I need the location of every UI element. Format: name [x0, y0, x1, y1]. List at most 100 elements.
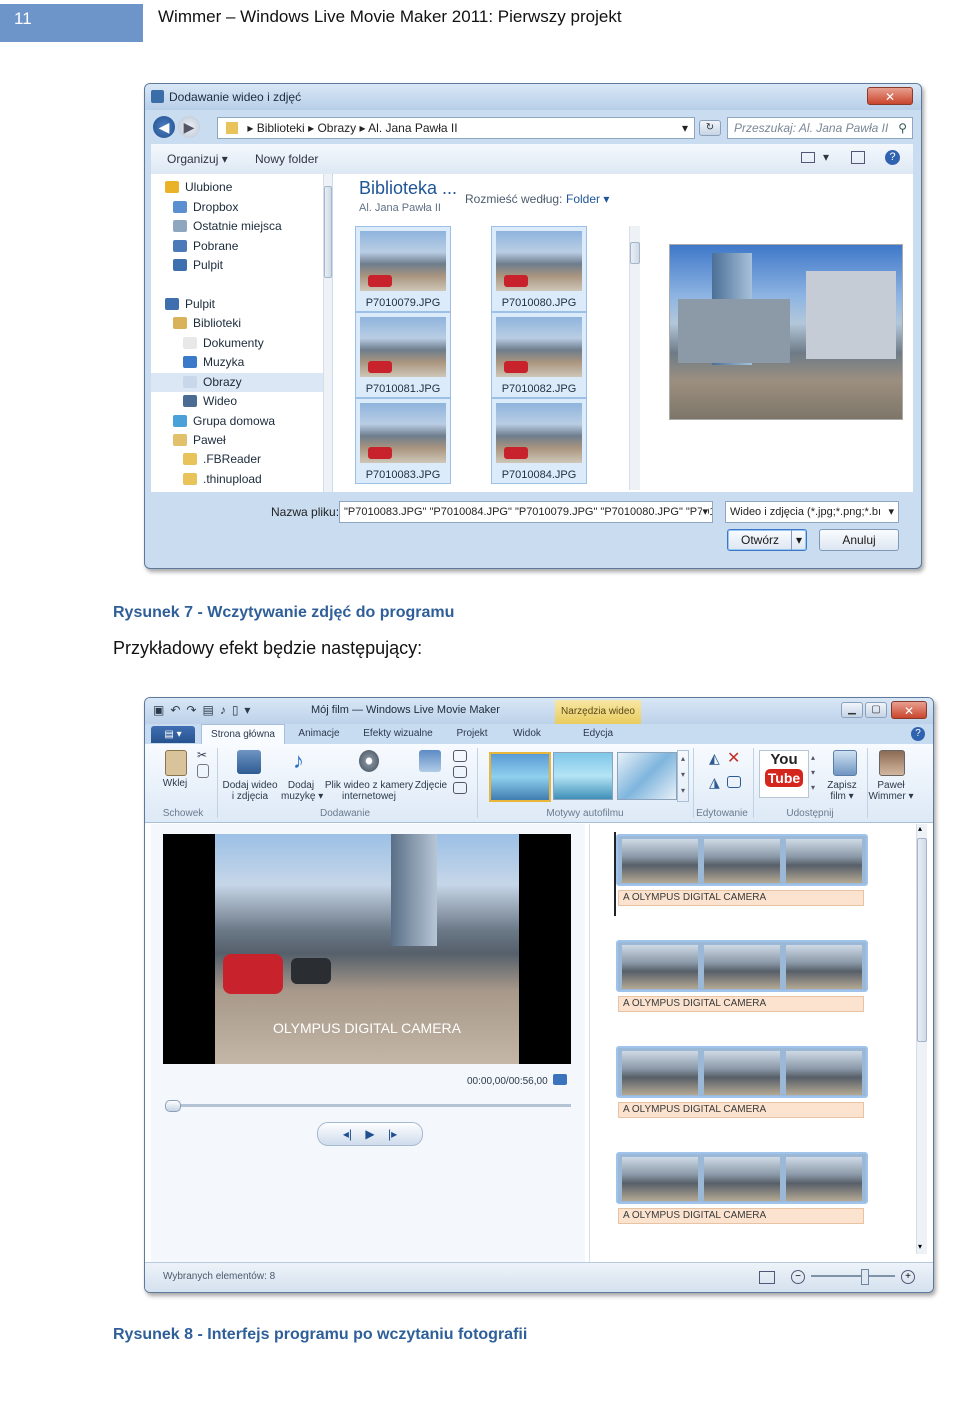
breadcrumb-item[interactable]: Obrazy	[317, 121, 356, 135]
nav-item[interactable]: Biblioteki	[173, 314, 241, 333]
maximize-button[interactable]: ▢	[865, 702, 887, 718]
nav-item[interactable]: Dokumenty	[183, 334, 264, 353]
user-label[interactable]: Paweł Wimmer ▾	[867, 780, 915, 802]
nav-item[interactable]: Ulubione	[165, 178, 232, 197]
close-button[interactable]: ✕	[867, 87, 913, 105]
title-icon[interactable]	[453, 766, 467, 778]
webcam-icon[interactable]	[359, 750, 379, 772]
add-music-label[interactable]: Dodaj muzykę ▾	[281, 780, 323, 802]
tab-home[interactable]: Strona główna	[201, 724, 285, 744]
seek-thumb[interactable]	[165, 1100, 181, 1112]
tab-animations[interactable]: Animacje	[289, 724, 349, 744]
chevron-down-icon[interactable]: ▾	[791, 530, 806, 550]
view-options-icon[interactable]	[801, 152, 815, 163]
theme-gallery-scroll[interactable]: ▴ ▾ ▾	[677, 750, 689, 802]
chevron-down-icon[interactable]: ▾	[702, 502, 708, 522]
tab-view[interactable]: Widok	[503, 724, 551, 744]
storyboard-scroll-thumb[interactable]	[917, 838, 927, 1042]
filetype-select[interactable]: Wideo i zdjęcia (*.jpg;*.png;*.bı ▾	[725, 501, 899, 523]
music-icon[interactable]: ♪	[220, 703, 232, 717]
chevron-down-icon[interactable]: ▾	[823, 150, 829, 164]
new-folder-button[interactable]: Nowy folder	[255, 152, 318, 166]
breadcrumb-item[interactable]: Al. Jana Pawła II	[368, 121, 457, 135]
nav-scrollbar[interactable]	[323, 174, 332, 492]
nav-scroll-thumb[interactable]	[324, 186, 332, 278]
tab-edit[interactable]: Edycja	[565, 724, 631, 744]
storyboard-clip[interactable]: A OLYMPUS DIGITAL CAMERA	[616, 1046, 868, 1124]
copy-icon[interactable]	[197, 764, 209, 778]
file-thumbnail[interactable]: P7010083.JPG	[355, 398, 451, 484]
organize-menu[interactable]: Organizuj ▾	[167, 152, 228, 166]
tab-visual-effects[interactable]: Efekty wizualne	[355, 724, 441, 744]
storyboard-clip[interactable]: A OLYMPUS DIGITAL CAMERA	[616, 1152, 868, 1230]
zoom-in-icon[interactable]: +	[901, 1270, 915, 1284]
chevron-down-icon[interactable]: ▾	[918, 1242, 922, 1251]
seek-bar[interactable]	[167, 1104, 571, 1107]
nav-item[interactable]: Wideo	[183, 392, 237, 411]
autofilm-theme[interactable]	[489, 752, 551, 802]
save-icon[interactable]: ▣	[153, 703, 170, 717]
clip-caption[interactable]: A OLYMPUS DIGITAL CAMERA	[618, 1208, 864, 1224]
caption-icon[interactable]	[453, 750, 467, 762]
nav-item[interactable]: Obrazy	[151, 373, 323, 392]
share-gallery-scroll[interactable]: ▴ ▾ ▾	[809, 750, 817, 796]
file-thumbnail[interactable]: P7010081.JPG	[355, 312, 451, 398]
address-bar[interactable]: ▸ Biblioteki ▸ Obrazy ▸ Al. Jana Pawła I…	[217, 117, 695, 139]
breadcrumb-item[interactable]: Biblioteki	[257, 121, 305, 135]
add-video-icon[interactable]: ▤	[202, 703, 219, 717]
tab-project[interactable]: Projekt	[445, 724, 499, 744]
zoom-slider-thumb[interactable]	[861, 1269, 869, 1285]
close-button[interactable]: ✕	[891, 701, 927, 719]
clip-caption[interactable]: A OLYMPUS DIGITAL CAMERA	[618, 996, 864, 1012]
cancel-button[interactable]: Anuluj	[819, 529, 899, 551]
nav-item[interactable]: Pobrane	[173, 237, 238, 256]
app-menu-button[interactable]: ▤ ▾	[151, 726, 195, 743]
snapshot-icon[interactable]	[419, 750, 441, 772]
redo-icon[interactable]: ↷	[186, 703, 202, 717]
undo-icon[interactable]: ↶	[170, 703, 186, 717]
clip-caption[interactable]: A OLYMPUS DIGITAL CAMERA	[618, 890, 864, 906]
forward-button[interactable]: ▶	[178, 116, 200, 138]
search-icon[interactable]: ⚲	[898, 118, 907, 138]
nav-item[interactable]: Paweł	[173, 431, 226, 450]
nav-item[interactable]: Pulpit	[173, 256, 223, 275]
autofilm-theme[interactable]	[553, 752, 613, 800]
fullscreen-icon[interactable]	[553, 1074, 567, 1085]
arrange-dropdown[interactable]: Folder ▾	[566, 192, 609, 206]
nav-item[interactable]: .thinupload	[183, 470, 262, 489]
next-frame-icon[interactable]: |▸	[388, 1127, 397, 1141]
help-icon[interactable]: ?	[885, 150, 900, 165]
preview-pane-icon[interactable]	[851, 151, 865, 164]
nav-item[interactable]: Pulpit	[165, 295, 215, 314]
save-film-label[interactable]: Zapisz film ▾	[819, 780, 865, 802]
file-thumbnail[interactable]: P7010082.JPG	[491, 312, 587, 398]
thumbnail-size-icon[interactable]	[759, 1271, 775, 1284]
webcam-label[interactable]: Plik wideo z kamery internetowej	[323, 780, 415, 802]
files-scrollbar[interactable]	[629, 226, 640, 490]
autofilm-theme[interactable]	[617, 752, 677, 800]
credits-icon[interactable]	[453, 782, 467, 794]
nav-item[interactable]: Ostatnie miejsca	[173, 217, 282, 236]
snapshot-label[interactable]: Zdjęcie	[411, 780, 451, 791]
refresh-button[interactable]: ↻	[699, 120, 721, 136]
zoom-out-icon[interactable]: −	[791, 1270, 805, 1284]
chevron-down-icon[interactable]: ▾	[888, 502, 894, 522]
add-video-label[interactable]: Dodaj wideo i zdjęcia	[219, 780, 281, 802]
chevron-down-icon[interactable]: ▾	[244, 703, 256, 717]
nav-item[interactable]: Grupa domowa	[173, 412, 275, 431]
music-icon[interactable]: ♪	[293, 748, 304, 774]
document-icon[interactable]: ▯	[232, 703, 245, 717]
help-icon[interactable]: ?	[911, 727, 925, 741]
storyboard-scrollbar[interactable]: ▴ ▾	[916, 824, 927, 1254]
chevron-down-icon[interactable]: ▾	[682, 118, 688, 138]
nav-item[interactable]: Dropbox	[173, 198, 238, 217]
rotate-right-icon[interactable]: ◮	[709, 774, 720, 791]
paste-icon[interactable]	[165, 750, 187, 776]
youtube-icon[interactable]: You Tube	[759, 750, 809, 798]
save-film-icon[interactable]	[833, 750, 857, 776]
user-avatar[interactable]	[879, 750, 905, 776]
rotate-left-icon[interactable]: ◭	[709, 750, 720, 767]
storyboard-clip[interactable]: A OLYMPUS DIGITAL CAMERA	[616, 834, 868, 912]
file-thumbnail[interactable]: P7010079.JPG	[355, 226, 451, 312]
delete-icon[interactable]: ✕	[727, 748, 740, 768]
